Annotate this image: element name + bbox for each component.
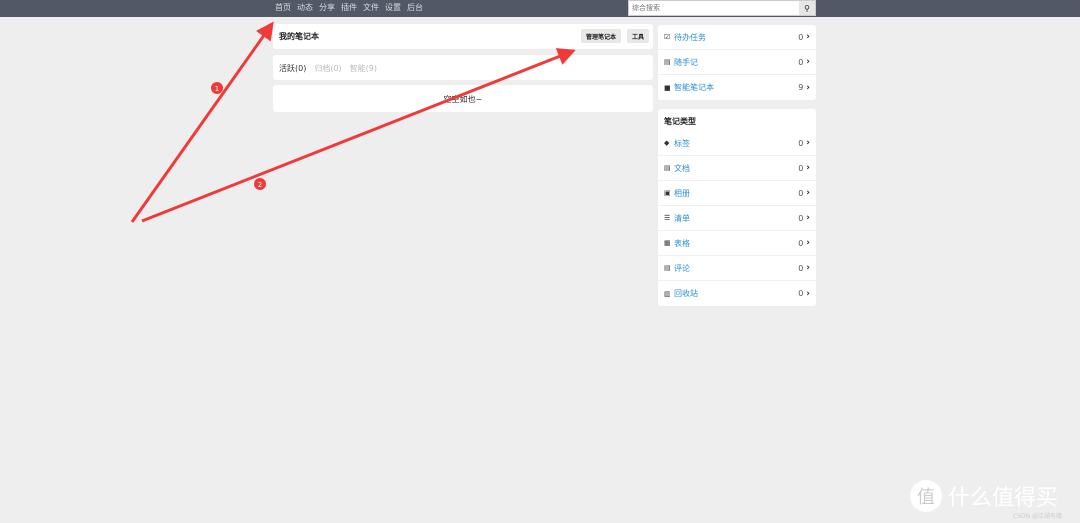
watermark-text: 什么值得买 (948, 486, 1059, 511)
annotation-label-1: 1 (215, 85, 219, 93)
watermark-credit: CSDN @江湖有缘 (1013, 513, 1063, 520)
annotation-layer: 1 2 (130, 21, 576, 223)
annotation-label-2: 2 (258, 181, 262, 189)
watermark-logo: 值 (910, 480, 942, 512)
arrow-2 (141, 48, 576, 223)
watermark: 值 什么值得买 (910, 480, 1058, 512)
arrow-1 (130, 21, 274, 223)
